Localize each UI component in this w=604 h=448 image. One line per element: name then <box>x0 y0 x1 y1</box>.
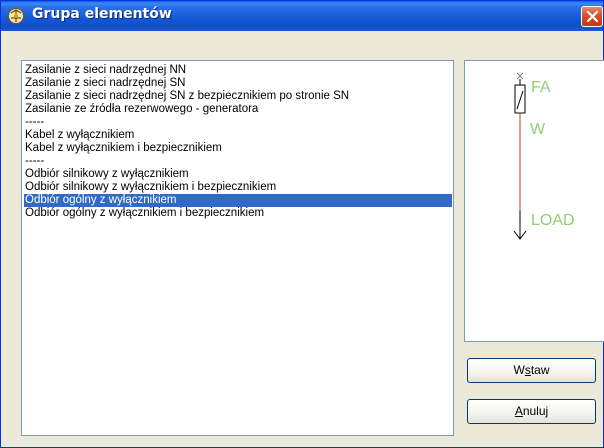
list-item[interactable]: Kabel z wyłącznikiem <box>24 129 452 142</box>
element-group-list[interactable]: Zasilanie z sieci nadrzędnej NN Zasilani… <box>21 60 454 436</box>
insert-label-pre: W <box>513 363 525 377</box>
list-item[interactable]: Odbiór silnikowy z wyłącznikiem i bezpie… <box>24 181 452 194</box>
cancel-label-accel: A <box>514 404 523 418</box>
dialog-window: Grupa elementów Zasilanie z sieci nadrzę… <box>0 0 604 448</box>
list-item[interactable]: Zasilanie z sieci nadrzędnej NN <box>24 64 452 77</box>
list-item[interactable]: Zasilanie z sieci nadrzędnej SN z bezpie… <box>24 90 452 103</box>
list-separator[interactable]: ----- <box>24 116 452 129</box>
list-item[interactable]: Kabel z wyłącznikiem i bezpiecznikiem <box>24 142 452 155</box>
list-item[interactable]: Odbiór silnikowy z wyłącznikiem <box>24 168 452 181</box>
app-icon <box>8 8 24 24</box>
close-button[interactable] <box>581 6 603 27</box>
cancel-button[interactable]: Anuluj <box>467 399 596 424</box>
title-bar[interactable]: Grupa elementów <box>1 1 603 31</box>
insert-button[interactable]: Wstaw <box>467 358 596 383</box>
window-title: Grupa elementów <box>32 6 172 22</box>
list-item[interactable]: Zasilanie ze źródła rezerwowego - genera… <box>24 103 452 116</box>
circuit-diagram <box>513 72 527 240</box>
cancel-label-post: nuluj <box>522 404 549 418</box>
list-item[interactable]: Zasilanie z sieci nadrzędnej SN <box>24 77 452 90</box>
list-item-selected[interactable]: Odbiór ogólny z wyłącznikiem <box>24 194 452 207</box>
element-preview: FA W LOAD <box>464 60 604 342</box>
preview-label-w: W <box>530 121 546 138</box>
insert-label-post: taw <box>530 363 550 377</box>
preview-label-fa: FA <box>531 79 551 96</box>
preview-label-load: LOAD <box>531 212 575 229</box>
list-item[interactable]: Odbiór ogólny z wyłącznikiem i bezpieczn… <box>24 207 452 220</box>
close-icon <box>586 10 599 23</box>
list-separator[interactable]: ----- <box>24 155 452 168</box>
